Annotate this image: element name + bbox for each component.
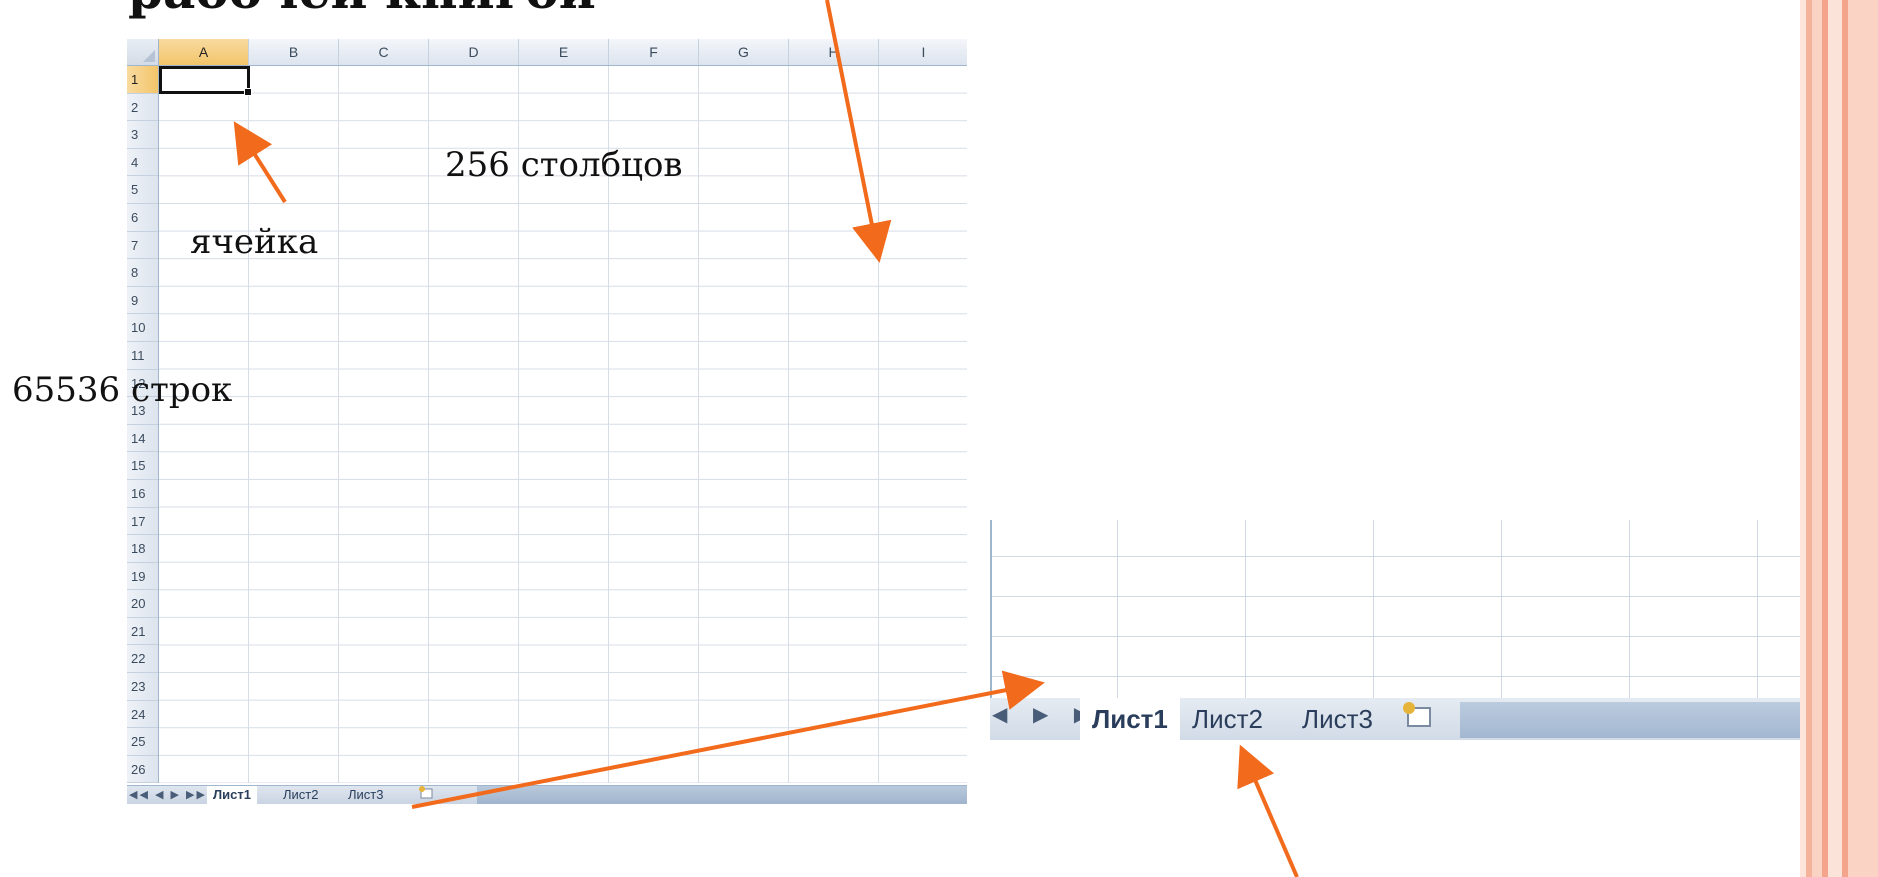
inset-cell-grid xyxy=(990,520,1878,698)
column-header-c[interactable]: C xyxy=(339,39,429,65)
row-header[interactable]: 8 xyxy=(127,259,158,287)
row-header[interactable]: 25 xyxy=(127,728,158,756)
column-header-g[interactable]: G xyxy=(699,39,789,65)
row-header[interactable]: 1 xyxy=(127,66,158,94)
row-header[interactable]: 7 xyxy=(127,232,158,260)
row-header[interactable]: 5 xyxy=(127,176,158,204)
row-header[interactable]: 3 xyxy=(127,121,158,149)
arrow-to-inset-sheet2 xyxy=(1237,744,1299,877)
column-header-h[interactable]: H xyxy=(789,39,879,65)
insert-sheet-icon xyxy=(1403,702,1431,727)
inset-tab-sheet1[interactable]: Лист1 xyxy=(1080,698,1180,740)
inset-insert-sheet-icon[interactable] xyxy=(1400,700,1436,737)
slide-title: рабочей книгой xyxy=(128,0,596,16)
inset-tab-bar: ◀ ▶ ▶| Лист1 Лист2 Лист3 xyxy=(990,698,1878,740)
row-header[interactable]: 11 xyxy=(127,342,158,370)
row-header[interactable]: 4 xyxy=(127,149,158,177)
column-header-a[interactable]: A xyxy=(159,39,249,65)
row-header[interactable]: 20 xyxy=(127,590,158,618)
rows-annotation: 65536 строк xyxy=(12,370,233,410)
row-header[interactable]: 19 xyxy=(127,563,158,591)
row-header[interactable]: 15 xyxy=(127,452,158,480)
cell-annotation: ячейка xyxy=(190,222,319,262)
row-header[interactable]: 14 xyxy=(127,425,158,453)
row-header[interactable]: 24 xyxy=(127,701,158,729)
row-header[interactable]: 18 xyxy=(127,535,158,563)
insert-sheet-icon xyxy=(419,786,433,799)
row-header[interactable]: 21 xyxy=(127,618,158,646)
sheet-tab-bar: ◀◀ ◀ ▶ ▶▶ Лист1 Лист2 Лист3 xyxy=(127,785,967,804)
row-header[interactable]: 17 xyxy=(127,508,158,536)
tab-bar-scroll-area[interactable] xyxy=(477,786,967,804)
sheet-nav-arrows-icon[interactable]: ◀◀ ◀ ▶ ▶▶ xyxy=(129,786,207,804)
row-header[interactable]: 2 xyxy=(127,94,158,122)
inset-tab-sheet3[interactable]: Лист3 xyxy=(1290,698,1385,740)
row-header[interactable]: 6 xyxy=(127,204,158,232)
tab-sheet3[interactable]: Лист3 xyxy=(342,786,389,804)
row-header[interactable]: 10 xyxy=(127,314,158,342)
row-header[interactable]: 23 xyxy=(127,673,158,701)
column-headers: A B C D E F G H I xyxy=(159,39,967,66)
row-header[interactable]: 16 xyxy=(127,480,158,508)
insert-sheet-icon[interactable] xyxy=(412,786,442,804)
row-headers: 1 2 3 4 5 6 7 8 9 10 11 12 13 14 15 16 1… xyxy=(127,66,159,784)
inset-tab-sheet2[interactable]: Лист2 xyxy=(1180,698,1275,740)
active-cell-a1[interactable] xyxy=(159,66,252,96)
stripe xyxy=(1812,0,1822,877)
columns-annotation: 256 столбцов xyxy=(445,145,683,185)
tab-sheet2[interactable]: Лист2 xyxy=(277,786,324,804)
tab-sheet1[interactable]: Лист1 xyxy=(207,786,257,804)
column-header-b[interactable]: B xyxy=(249,39,339,65)
column-header-f[interactable]: F xyxy=(609,39,699,65)
zoomed-tab-inset: ◀ ▶ ▶| Лист1 Лист2 Лист3 xyxy=(990,520,1878,740)
stripe xyxy=(1828,0,1842,877)
column-header-d[interactable]: D xyxy=(429,39,519,65)
row-header[interactable]: 22 xyxy=(127,645,158,674)
decorative-stripes xyxy=(1800,0,1878,877)
column-header-e[interactable]: E xyxy=(519,39,609,65)
column-header-i[interactable]: I xyxy=(879,39,967,65)
select-all-corner[interactable] xyxy=(127,39,159,66)
row-header[interactable]: 26 xyxy=(127,756,158,784)
stripe xyxy=(1848,0,1878,877)
row-header[interactable]: 9 xyxy=(127,287,158,315)
inset-border xyxy=(990,520,992,698)
